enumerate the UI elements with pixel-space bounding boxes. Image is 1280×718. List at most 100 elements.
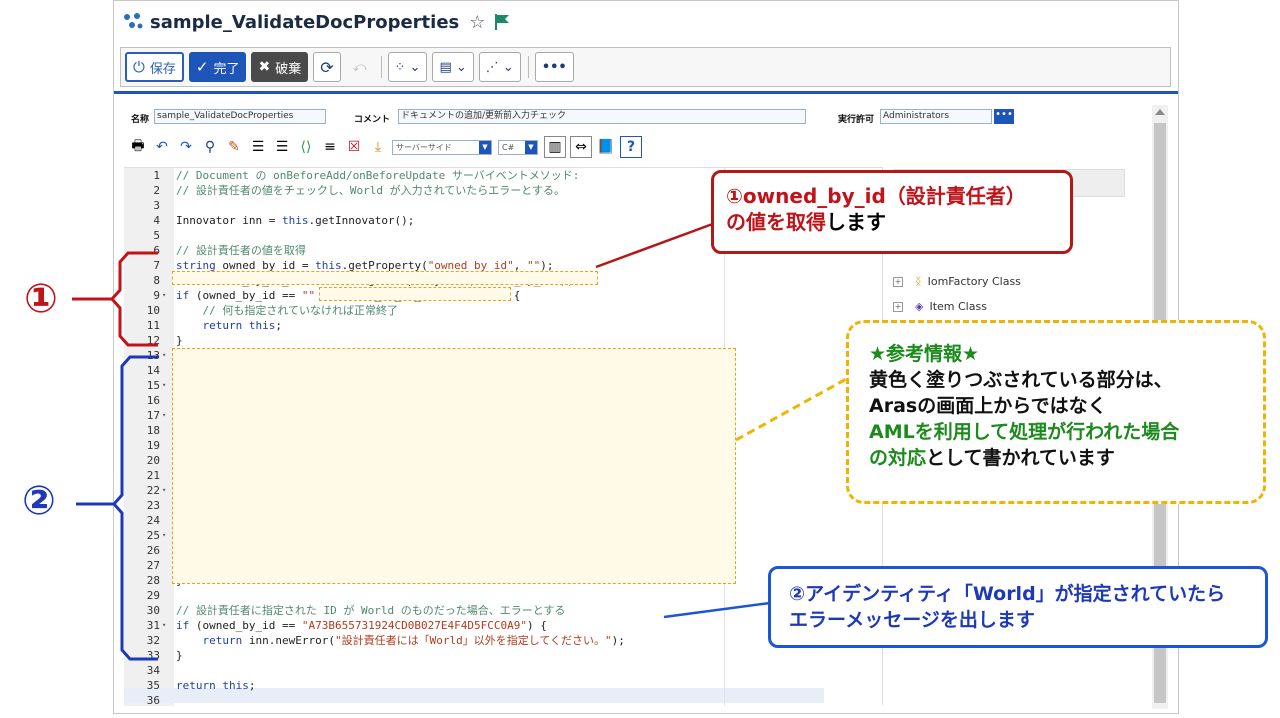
method-icon <box>124 13 143 29</box>
refresh-button[interactable]: ⟳ <box>313 52 341 82</box>
comment-label: コメント <box>354 115 391 125</box>
align-icon[interactable]: ≡ <box>320 137 340 157</box>
line-number: 7 <box>153 259 160 272</box>
fold-toggle-icon[interactable]: ▾ <box>162 408 166 423</box>
line-number: 34 <box>146 664 160 677</box>
line-number: 4 <box>153 214 160 227</box>
code-line[interactable]: 34 <box>124 663 882 678</box>
check-icon: ✓ <box>195 58 209 76</box>
code-icon[interactable]: ⟨⟩ <box>296 137 316 157</box>
split-view-icon[interactable]: ⇔ <box>570 136 592 158</box>
exec-permission-field[interactable]: Administrators <box>880 109 992 124</box>
flag-icon[interactable] <box>493 13 511 31</box>
star-icon[interactable]: ☆ <box>469 12 485 33</box>
title-bar: sample_ValidateDocProperties ☆ <box>114 1 1178 43</box>
done-button[interactable]: ✓ 完了 <box>188 52 247 82</box>
line-number: 31 <box>146 619 160 632</box>
indent-decrease-icon[interactable]: ☰ <box>248 137 268 157</box>
exec-permission-label: 実行許可 <box>838 115 875 125</box>
structure-menu-button[interactable]: ⁘ ⌄ <box>387 52 428 82</box>
fold-toggle-icon[interactable]: ▾ <box>162 528 166 543</box>
highlight-aml-handling-block <box>172 348 736 584</box>
more-icon: ••• <box>541 59 567 75</box>
language-select[interactable]: C# ▼ <box>498 139 538 155</box>
line-number: 17 <box>146 409 160 422</box>
code-text: if (owned_by_id == "A73B655731924CD0B027… <box>176 619 547 632</box>
code-line[interactable]: 35 return this; <box>124 678 882 693</box>
line-number: 12 <box>146 334 160 347</box>
code-line[interactable]: 10 // 何も指定されていなければ正常終了 <box>124 303 882 318</box>
callout-reference-info: ★参考情報★ 黄色く塗りつぶされている部分は、 Arasの画面上からではなく A… <box>846 320 1266 504</box>
fold-toggle-icon[interactable]: ▾ <box>162 483 166 498</box>
main-toolbar: ⏻ 保存 ✓ 完了 ✖ 破棄 ⟳ ⤺ ⁘ ⌄ ▤ ⌄ ⋰ ⌄ ••• <box>120 47 1171 87</box>
name-field[interactable]: sample_ValidateDocProperties <box>154 109 326 124</box>
exec-permission-lookup-button[interactable]: ••• <box>994 109 1014 124</box>
code-line[interactable]: 33} <box>124 648 882 663</box>
line-number: 21 <box>146 469 160 482</box>
panel-toggle-icon[interactable]: ▥ <box>544 136 566 158</box>
print-icon[interactable]: 🖶 <box>128 137 148 157</box>
check-syntax-icon[interactable]: ✎ <box>224 137 244 157</box>
fold-toggle-icon[interactable]: ▾ <box>162 618 166 633</box>
code-text: return this; <box>202 319 283 332</box>
download-icon[interactable]: ⤓ <box>368 137 388 157</box>
search-icon[interactable]: ⚲ <box>200 137 220 157</box>
code-text: // 設計責任者の値をチェックし、World が入力されていたらエラーとする。 <box>176 184 565 197</box>
code-text: } <box>176 334 183 347</box>
fold-toggle-icon[interactable]: ▾ <box>162 348 166 363</box>
more-button[interactable]: ••• <box>534 52 574 82</box>
line-number: 10 <box>146 304 160 317</box>
toolbar-separator <box>380 56 382 78</box>
fold-toggle-icon[interactable]: ▾ <box>162 288 166 303</box>
line-number: 22 <box>146 484 160 497</box>
clipboard-chart-icon: ▤ ⌄ <box>439 59 467 75</box>
line-number: 1 <box>153 169 160 182</box>
save-icon: ⏻ <box>133 58 145 76</box>
code-text: Innovator inn = this.getInnovator(); <box>176 214 415 227</box>
undo-icon[interactable]: ↶ <box>152 137 172 157</box>
report-menu-button[interactable]: ▤ ⌄ <box>432 52 474 82</box>
line-number: 27 <box>146 559 160 572</box>
share-menu-button[interactable]: ⋰ ⌄ <box>478 52 521 82</box>
class-icon: ᛝ <box>915 275 922 288</box>
save-button[interactable]: ⏻ 保存 <box>125 52 184 82</box>
code-line[interactable]: 11 return this; <box>124 318 882 333</box>
highlight-null-check <box>319 287 511 301</box>
code-line[interactable]: 36 <box>124 693 882 708</box>
clear-format-icon[interactable]: ☒ <box>344 137 364 157</box>
line-number: 19 <box>146 439 160 452</box>
help-icon[interactable]: ? <box>620 136 642 158</box>
redo-icon[interactable]: ↷ <box>176 137 196 157</box>
highlight-get-property-item <box>172 271 598 285</box>
line-number: 6 <box>153 244 160 257</box>
share-icon: ⋰ ⌄ <box>485 59 514 75</box>
line-number: 32 <box>146 634 160 647</box>
indent-increase-icon[interactable]: ☰ <box>272 137 292 157</box>
expand-icon[interactable]: + <box>893 276 903 287</box>
scroll-up-icon[interactable] <box>1155 109 1165 115</box>
location-select[interactable]: サーバーサイド ▼ <box>392 139 492 155</box>
page-title: sample_ValidateDocProperties <box>150 11 460 33</box>
code-line[interactable]: 12} <box>124 333 882 348</box>
line-number: 29 <box>146 589 160 602</box>
book-icon[interactable]: 📘 <box>596 137 616 157</box>
comment-field[interactable]: ドキュメントの追加/更新前入力チェック <box>398 109 806 124</box>
fold-toggle-icon[interactable]: ▾ <box>162 378 166 393</box>
expand-icon[interactable]: + <box>893 301 903 312</box>
line-number: 25 <box>146 529 160 542</box>
close-circle-icon: ✖ <box>258 59 271 75</box>
callout-world-identity: ②アイデンティティ「World」が指定されていたら エラーメッセージを出します <box>768 566 1268 648</box>
editor-toolbar: 🖶 ↶ ↷ ⚲ ✎ ☰ ☰ ⟨⟩ ≡ ☒ ⤓ サーバーサイド ▼ C# ▼ ▥ ⇔ … <box>128 135 828 159</box>
line-number: 28 <box>146 574 160 587</box>
line-number: 23 <box>146 499 160 512</box>
name-label: 名称 <box>131 115 150 125</box>
line-number: 36 <box>146 694 160 707</box>
tree-item-iomfactory[interactable]: + ᛝ IomFactory Class <box>893 275 1021 288</box>
code-text: return inn.newError("設計責任者には「World」以外を指定… <box>202 634 625 647</box>
line-number: 13 <box>146 349 160 362</box>
undo-lock-button[interactable]: ⤺ <box>346 52 374 82</box>
tree-item-item-class[interactable]: + ◈ Item Class <box>893 300 987 313</box>
discard-button[interactable]: ✖ 破棄 <box>251 52 309 82</box>
code-text: // Document の onBeforeAdd/onBeforeUpdate… <box>176 169 580 182</box>
code-text: } <box>176 649 183 662</box>
